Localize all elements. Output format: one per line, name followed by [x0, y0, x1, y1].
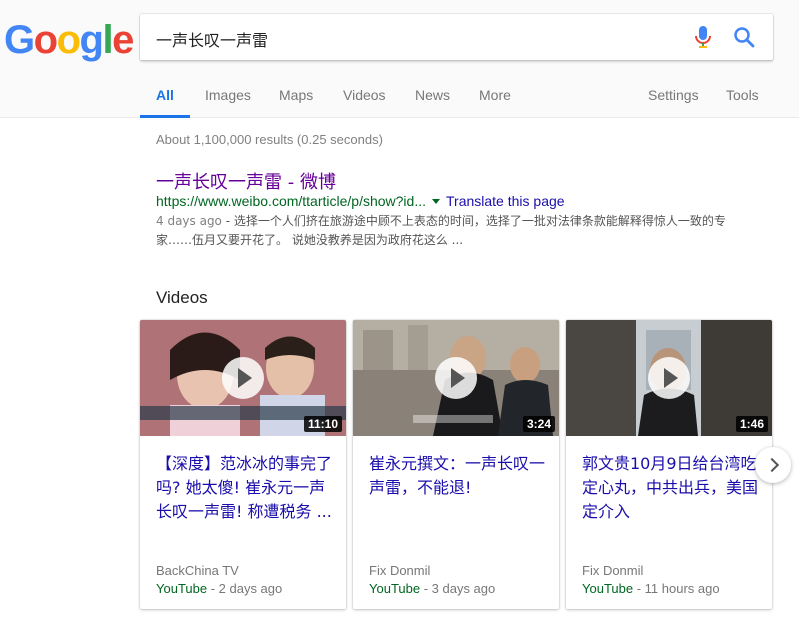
header: Google 一声长叹一声雷 All Images Maps Videos Ne…	[0, 0, 799, 118]
videos-heading: Videos	[156, 288, 208, 307]
video-duration: 3:24	[522, 416, 555, 432]
result-url: https://www.weibo.com/ttarticle/p/show?i…	[156, 193, 426, 209]
play-icon[interactable]	[435, 357, 477, 399]
tab-maps[interactable]: Maps	[279, 87, 313, 103]
carousel-next-button[interactable]	[755, 447, 791, 483]
active-tab-indicator	[140, 115, 190, 118]
video-card[interactable]: 11:10 【深度】范冰冰的事完了吗? 她太傻! 崔永元一声长叹一声雷! 称遭税…	[140, 320, 346, 609]
tab-all[interactable]: All	[156, 87, 174, 103]
play-icon[interactable]	[648, 357, 690, 399]
video-card[interactable]: 3:24 崔永元撰文：一声长叹一声雷，不能退! Fix Donmil YouTu…	[353, 320, 559, 609]
logo-letter: l	[102, 18, 113, 62]
video-card[interactable]: 1:46 郭文贵10月9日给台湾吃定心丸，中共出兵，美国定介入 Fix Donm…	[566, 320, 772, 609]
video-age: - 11 hours ago	[633, 581, 720, 596]
result-snippet-text: - 选择一个人们挤在旅游途中顾不上表态的时间，选择了一批对法律条款能解释得惊人一…	[156, 214, 726, 247]
translate-link[interactable]: Translate this page	[446, 193, 565, 209]
google-logo[interactable]: Google	[4, 18, 134, 62]
video-age: - 2 days ago	[207, 581, 283, 596]
dropdown-arrow-icon[interactable]	[432, 198, 440, 204]
video-title[interactable]: 郭文贵10月9日给台湾吃定心丸，中共出兵，美国定介入	[582, 452, 760, 524]
result-title-link[interactable]: 一声长叹一声雷 - 微博	[156, 168, 336, 194]
result-title-main: 一声长叹一声雷	[156, 172, 282, 193]
play-icon[interactable]	[222, 357, 264, 399]
logo-letter: o	[33, 18, 58, 62]
video-source: Fix Donmil	[582, 563, 644, 578]
video-title[interactable]: 崔永元撰文：一声长叹一声雷，不能退!	[369, 452, 547, 500]
logo-letter: G	[4, 18, 35, 62]
result-date: 4 days ago	[156, 214, 222, 228]
tab-images[interactable]: Images	[205, 87, 251, 103]
tab-tools[interactable]: Tools	[726, 87, 759, 103]
search-tabs: All Images Maps Videos News More Setting…	[0, 80, 799, 118]
video-thumbnail[interactable]: 1:46	[566, 320, 772, 436]
video-meta: YouTube - 3 days ago	[369, 581, 495, 596]
video-thumbnail[interactable]: 11:10	[140, 320, 346, 436]
logo-letter: e	[112, 18, 134, 62]
video-platform: YouTube	[156, 581, 208, 596]
video-thumbnail[interactable]: 3:24	[353, 320, 559, 436]
search-icon[interactable]	[732, 25, 756, 49]
video-age: - 3 days ago	[420, 581, 496, 596]
video-platform: YouTube	[369, 581, 421, 596]
search-box[interactable]: 一声长叹一声雷	[140, 14, 773, 60]
logo-letter: g	[79, 18, 104, 62]
video-title[interactable]: 【深度】范冰冰的事完了吗? 她太傻! 崔永元一声长叹一声雷! 称遭税务 ...	[156, 452, 334, 524]
tab-news[interactable]: News	[415, 87, 450, 103]
search-input[interactable]: 一声长叹一声雷	[156, 27, 268, 51]
video-meta: YouTube - 11 hours ago	[582, 581, 720, 596]
video-meta: YouTube - 2 days ago	[156, 581, 282, 596]
video-duration: 1:46	[735, 416, 768, 432]
video-duration: 11:10	[303, 416, 342, 432]
result-stats: About 1,100,000 results (0.25 seconds)	[156, 132, 383, 147]
result-title-site: 微博	[299, 172, 336, 193]
video-platform: YouTube	[582, 581, 634, 596]
microphone-icon[interactable]	[694, 25, 712, 49]
tab-more[interactable]: More	[479, 87, 511, 103]
logo-letter: o	[56, 18, 81, 62]
result-snippet: 4 days ago - 选择一个人们挤在旅游途中顾不上表态的时间，选择了一批对…	[156, 212, 756, 250]
result-url-line: https://www.weibo.com/ttarticle/p/show?i…	[156, 193, 565, 209]
tab-videos[interactable]: Videos	[343, 87, 386, 103]
video-source: BackChina TV	[156, 563, 239, 578]
video-source: Fix Donmil	[369, 563, 431, 578]
tab-settings[interactable]: Settings	[648, 87, 699, 103]
result-title-separator: -	[282, 172, 300, 193]
